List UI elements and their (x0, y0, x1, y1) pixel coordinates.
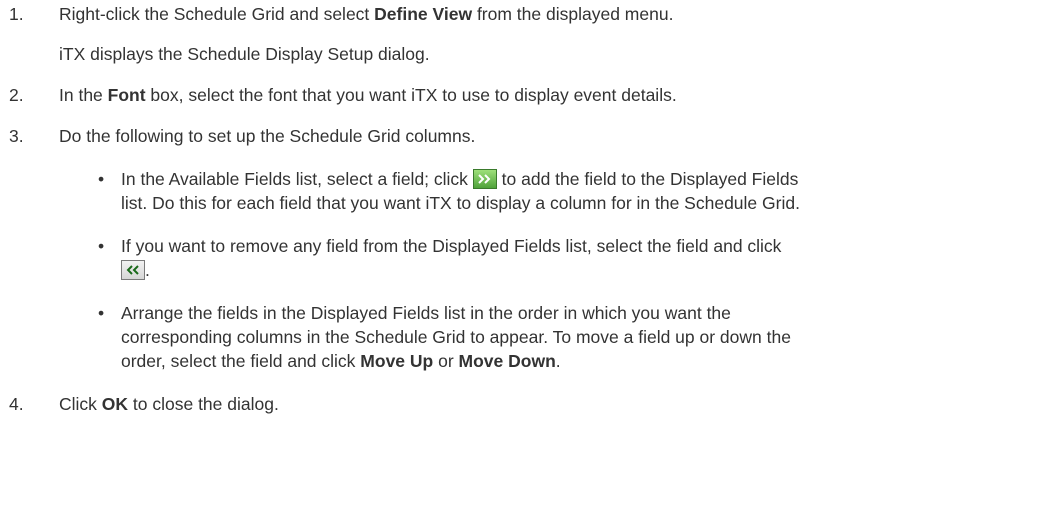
step-3-text: Do the following to set up the Schedule … (59, 126, 476, 146)
bullet-3-mid: or (433, 351, 459, 371)
bullet-2-line-2: . (121, 259, 150, 281)
bullet-2-post: . (145, 260, 150, 280)
step-1-number: 1. (9, 4, 24, 24)
bullet-3-pre: order, select the field and click (121, 351, 361, 371)
step-4-bold: OK (101, 394, 129, 414)
bullet-2-line-1: If you want to remove any field from the… (121, 236, 782, 256)
remove-arrows-icon (121, 260, 145, 280)
step-2-pre: In the (59, 85, 108, 105)
bullet-1-line-1: In the Available Fields list, select a f… (121, 168, 798, 190)
move-up-label: Move Up (360, 351, 434, 371)
step-4-text: Click OK to close the dialog. (59, 393, 279, 415)
add-arrows-icon (472, 169, 497, 189)
step-1-bold: Define View (374, 4, 473, 24)
step-1-pre: Right-click the Schedule Grid and select (59, 4, 375, 24)
step-2-post: box, select the font that you want iTX t… (145, 85, 677, 105)
bullet-3-line-1: Arrange the fields in the Displayed Fiel… (121, 303, 731, 323)
step-2-text: In the Font box, select the font that yo… (59, 84, 677, 106)
step-3-number: 3. (9, 126, 24, 146)
step-4-post: to close the dialog. (128, 394, 279, 414)
step-2-number: 2. (9, 85, 24, 105)
bullet-1-post: to add the field to the Displayed Fields (496, 169, 799, 189)
bullet-1-pre: In the Available Fields list, select a f… (121, 169, 473, 189)
bullet-3-line-3: order, select the field and click Move U… (121, 350, 561, 372)
step-1-text: Right-click the Schedule Grid and select… (59, 3, 673, 25)
step-4-pre: Click (59, 394, 102, 414)
bullet-1-line-2: list. Do this for each field that you wa… (121, 193, 800, 213)
step-4-number: 4. (9, 394, 24, 414)
bullet-3-post: . (555, 351, 561, 371)
move-down-label: Move Down (458, 351, 556, 371)
bullet-2-marker: • (98, 236, 105, 256)
step-1-note: iTX displays the Schedule Display Setup … (59, 44, 430, 64)
instruction-document: 1. Right-click the Schedule Grid and sel… (0, 0, 1050, 524)
step-2-bold: Font (107, 85, 146, 105)
bullet-3-line-2: corresponding columns in the Schedule Gr… (121, 327, 791, 347)
bullet-1-marker: • (98, 169, 105, 189)
bullet-3-marker: • (98, 303, 105, 323)
step-1-post: from the displayed menu. (472, 4, 674, 24)
